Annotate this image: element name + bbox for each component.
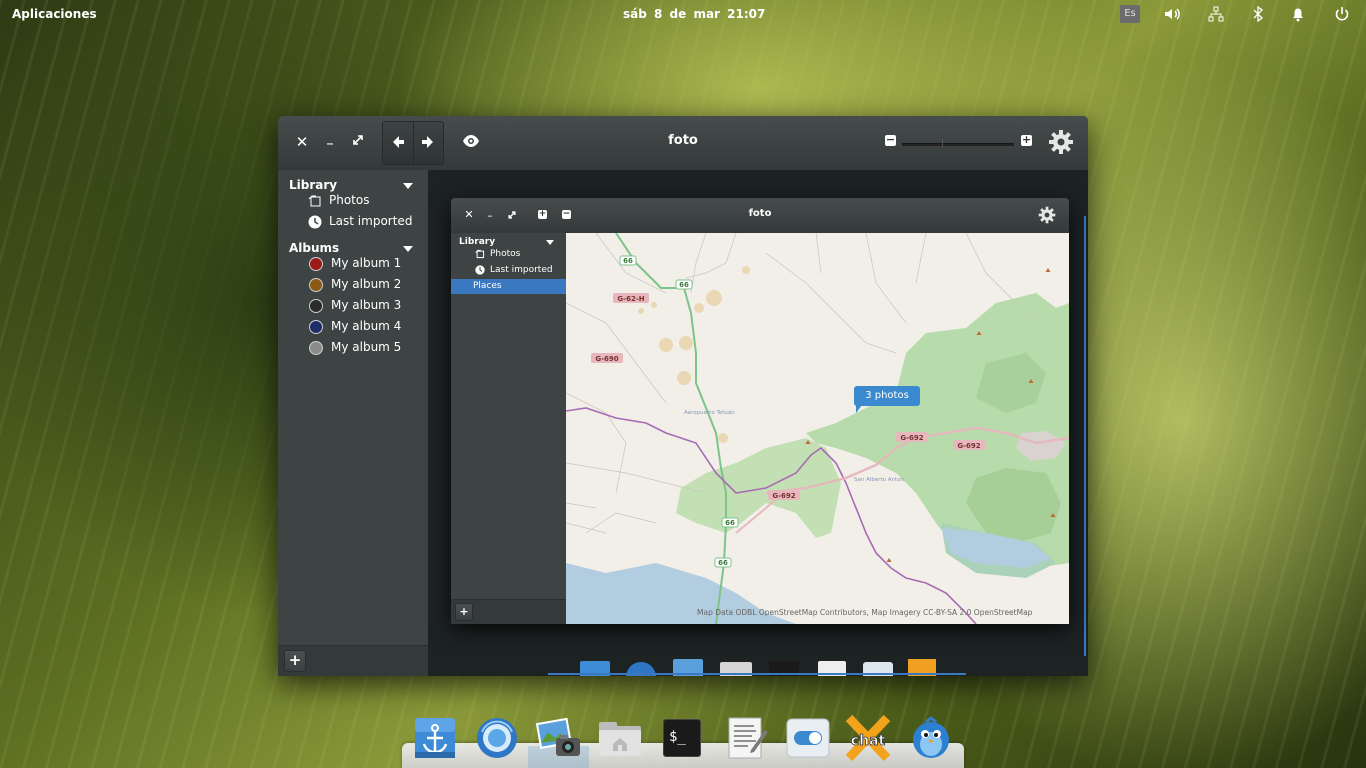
close-icon[interactable]: ✕ — [292, 132, 312, 152]
volume-icon[interactable] — [1162, 4, 1182, 24]
applications-menu[interactable]: Aplicaciones — [12, 7, 97, 21]
navigation-buttons — [382, 121, 444, 165]
collapse-library-icon[interactable] — [403, 183, 413, 189]
inner-add-album-button[interactable]: + — [455, 603, 473, 621]
maximize-icon[interactable] — [348, 132, 368, 152]
sidebar-item-album-2[interactable]: My album 2 — [308, 274, 401, 294]
sidebar: Library Photos Last imported Albums My a… — [278, 170, 428, 676]
window-edge-highlight — [1084, 216, 1086, 656]
chat-icon[interactable]: chat — [845, 714, 891, 762]
eye-icon[interactable] — [461, 132, 481, 152]
network-icon[interactable] — [1206, 4, 1226, 24]
clock-icon — [308, 215, 322, 229]
map-attribution: Map Data ODBL OpenStreetMap Contributors… — [697, 608, 1033, 617]
birdie-icon[interactable] — [908, 714, 954, 762]
sidebar-item-album-1[interactable]: My album 1 — [308, 253, 401, 273]
minimize-icon[interactable]: – — [320, 133, 340, 153]
road-label-g692: G-692 — [772, 492, 795, 500]
top-panel: Aplicaciones sáb 8 de mar 21:07 Es — [0, 0, 1366, 28]
gear-icon[interactable] — [1038, 206, 1056, 224]
forward-arrow-icon[interactable] — [418, 133, 438, 153]
clock-icon — [475, 264, 485, 275]
foto-inner-window: ✕ – + − foto Library Photos Last importe… — [451, 198, 1069, 624]
album-color-dot — [309, 340, 323, 355]
keyboard-layout-indicator[interactable]: Es — [1120, 5, 1140, 23]
inner-zoom-in-button[interactable]: + — [538, 210, 547, 219]
add-album-button[interactable]: + — [284, 650, 306, 672]
sidebar-item-last-imported[interactable]: Last imported — [308, 211, 412, 231]
marker-pointer — [856, 405, 862, 413]
zoom-slider-mark — [942, 139, 943, 147]
album-color-dot — [309, 298, 323, 313]
photos-app-icon[interactable] — [535, 714, 582, 762]
anchor-icon[interactable] — [412, 714, 458, 762]
road-label-66: 66 — [623, 257, 633, 265]
road-label-g692: G-692 — [957, 442, 980, 450]
power-icon[interactable] — [1332, 4, 1352, 24]
album-color-dot — [309, 319, 323, 334]
svg-text:chat: chat — [851, 733, 886, 749]
inner-sidebar-item-photos[interactable]: Photos — [475, 246, 520, 262]
bluetooth-icon[interactable] — [1248, 4, 1268, 24]
sidebar-item-photos[interactable]: Photos — [308, 190, 369, 210]
inner-window-title: foto — [748, 208, 772, 219]
settings-icon[interactable] — [785, 714, 831, 762]
notifications-icon[interactable] — [1288, 4, 1308, 24]
minimize-icon[interactable]: – — [480, 206, 500, 226]
sidebar-item-places[interactable]: Places — [451, 279, 566, 294]
road-label-66: 66 — [718, 559, 728, 567]
zoom-out-button[interactable]: − — [885, 134, 896, 146]
inner-sidebar-item-last-imported[interactable]: Last imported — [475, 262, 553, 278]
window-title: foto — [668, 133, 698, 148]
album-color-dot — [309, 277, 323, 292]
inner-headerbar: ✕ – + − foto — [451, 198, 1069, 233]
headerbar: ✕ – foto − + — [278, 116, 1088, 171]
files-icon[interactable] — [597, 714, 643, 762]
place-label: Aeropuerto Tetuán — [684, 409, 735, 416]
collapse-library-icon[interactable] — [546, 240, 554, 245]
browser-icon[interactable] — [474, 714, 520, 762]
place-label: San Alberto Anton — [854, 477, 905, 483]
foto-main-window: ✕ – foto − + Library Photos Last importe… — [278, 116, 1088, 676]
gear-icon[interactable] — [1048, 129, 1074, 155]
maximize-icon[interactable] — [502, 205, 522, 225]
road-label-g690: G-690 — [595, 355, 618, 363]
road-label-66: 66 — [725, 519, 735, 527]
inner-sidebar-footer: + — [451, 599, 566, 624]
map-view[interactable]: 66 66 G-62-H G-690 G-692 G-692 G-692 66 … — [566, 233, 1069, 624]
road-label-g692: G-692 — [900, 434, 923, 442]
dock-reflection — [548, 648, 936, 676]
photos-icon — [475, 249, 485, 259]
photos-icon — [308, 194, 322, 208]
road-label-g62h: G-62-H — [617, 295, 644, 303]
text-editor-icon[interactable] — [723, 714, 769, 762]
road-label-66: 66 — [679, 281, 689, 289]
inner-zoom-out-button[interactable]: − — [562, 210, 571, 219]
photos-map-marker[interactable]: 3 photos — [854, 386, 920, 406]
back-arrow-icon[interactable] — [388, 133, 408, 153]
close-icon[interactable]: ✕ — [459, 205, 479, 225]
clock[interactable]: sáb 8 de mar 21:07 — [623, 7, 765, 21]
inner-sidebar: Library Photos Last imported Places + — [451, 233, 566, 624]
album-color-dot — [309, 256, 323, 271]
zoom-in-button[interactable]: + — [1021, 134, 1032, 146]
collapse-albums-icon[interactable] — [403, 246, 413, 252]
sidebar-footer: + — [278, 645, 428, 676]
zoom-slider[interactable] — [902, 143, 1014, 146]
sidebar-item-album-4[interactable]: My album 4 — [308, 316, 401, 336]
sidebar-item-album-5[interactable]: My album 5 — [308, 337, 401, 357]
sidebar-item-album-3[interactable]: My album 3 — [308, 295, 401, 315]
dock-reflection-line — [548, 673, 966, 675]
terminal-icon[interactable]: $_ — [659, 714, 705, 762]
